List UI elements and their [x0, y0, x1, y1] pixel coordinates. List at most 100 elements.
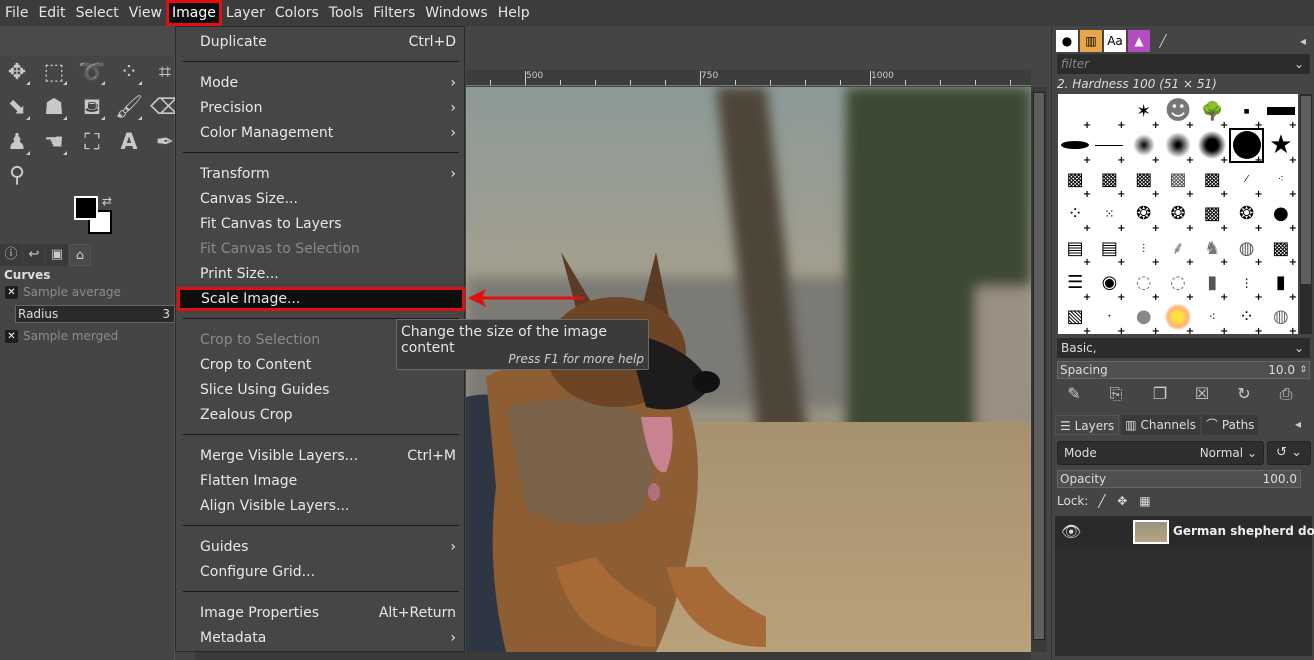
menu-file[interactable]: File — [0, 1, 33, 25]
vertical-scrollbar[interactable] — [1031, 87, 1047, 652]
brush-item[interactable]: ◉ — [1092, 265, 1126, 303]
brush-item[interactable] — [1161, 128, 1195, 166]
menu-item-precision[interactable]: Precision › — [176, 96, 466, 120]
foreground-color-swatch[interactable] — [74, 196, 98, 220]
lock-position-icon[interactable]: ✥ — [1117, 494, 1127, 508]
configure-tab-icon[interactable]: ◂ — [1295, 417, 1301, 431]
patterns-tab-icon[interactable]: ▥ — [1080, 30, 1102, 52]
brush-item[interactable]: ◍ — [1264, 300, 1298, 337]
menu-item-scale-image[interactable]: Scale Image... — [177, 287, 465, 311]
brush-item[interactable]: 🌳 — [1195, 94, 1229, 132]
brush-item[interactable]: ☻ — [1161, 94, 1195, 131]
menu-edit[interactable]: Edit — [33, 1, 70, 25]
brush-item[interactable]: ❂ — [1161, 197, 1195, 234]
menu-item-mode[interactable]: Mode › — [176, 71, 466, 95]
refresh-brushes-icon[interactable]: ↻ — [1232, 384, 1256, 406]
undo-history-tab-icon[interactable]: ↩ — [23, 244, 45, 266]
brush-item[interactable]: ● — [1127, 300, 1161, 337]
brush-item[interactable]: ▩ — [1195, 163, 1229, 200]
brush-item[interactable]: ▩ — [1127, 163, 1161, 200]
brush-item[interactable] — [1264, 94, 1298, 132]
brush-item[interactable]: ⋮ — [1127, 231, 1161, 269]
brush-item[interactable]: ▮ — [1195, 265, 1229, 303]
brush-item[interactable]: ◍ — [1229, 231, 1263, 269]
tab-channels[interactable]: ▥ Channels — [1121, 415, 1200, 435]
menu-item-canvas-size[interactable]: Canvas Size... — [176, 187, 466, 211]
unified-transform-tool-icon[interactable]: ⬊ — [2, 93, 32, 123]
brushes-tab-icon[interactable]: ● — [1056, 30, 1078, 52]
menu-select[interactable]: Select — [71, 1, 124, 25]
duplicate-brush-icon[interactable]: ❐ — [1148, 384, 1172, 406]
brush-item[interactable]: ⁘ — [1229, 300, 1263, 337]
layer-row[interactable]: 👁 German shepherd dog.jp — [1055, 516, 1314, 548]
menu-item-merge-visible-layers[interactable]: Merge Visible Layers... Ctrl+M — [176, 444, 466, 468]
menu-filters[interactable]: Filters — [368, 1, 420, 25]
composite-mode-button[interactable]: ↺ ⌄ — [1267, 441, 1311, 465]
brush-item[interactable]: ▩ — [1161, 163, 1195, 200]
sample-merged-checkbox[interactable]: ✕ — [5, 330, 18, 343]
brush-item[interactable] — [1195, 128, 1229, 166]
brush-item[interactable]: ☰ — [1058, 265, 1092, 303]
spacing-field[interactable]: Spacing 10.0 ⇕ — [1057, 361, 1310, 379]
smudge-tool-icon[interactable]: ☚ — [39, 128, 69, 158]
menu-item-transform[interactable]: Transform › — [176, 162, 466, 186]
brush-item[interactable]: ★ — [1264, 128, 1298, 165]
images-tab-icon[interactable]: ▣ — [46, 244, 68, 266]
brush-item[interactable]: ■ — [1229, 94, 1263, 132]
menu-item-print-size[interactable]: Print Size... — [176, 262, 466, 286]
brush-item[interactable]: ✶ — [1127, 94, 1161, 132]
menu-item-metadata[interactable]: Metadata › — [176, 626, 466, 650]
device-status-tab-icon[interactable]: ⓘ — [0, 244, 22, 266]
clone-tool-icon[interactable]: ♟ — [2, 128, 32, 158]
swap-colors-icon[interactable]: ⇄ — [102, 194, 112, 208]
horizontal-scrollbar[interactable] — [195, 652, 1031, 660]
menu-item-flatten-image[interactable]: Flatten Image — [176, 469, 466, 493]
brush-item[interactable] — [1092, 94, 1126, 131]
paint-dynamics-tab-icon[interactable]: ╱ — [1152, 30, 1174, 52]
brush-item[interactable]: ◌ — [1161, 265, 1195, 303]
tool-options-tab-icon[interactable]: ⌂ — [69, 244, 91, 266]
menu-item-align-visible-layers[interactable]: Align Visible Layers... — [176, 494, 466, 518]
text-tool-icon[interactable]: A — [114, 128, 144, 158]
menu-item-image-properties[interactable]: Image Properties Alt+Return — [176, 601, 466, 625]
zoom-tool-icon[interactable]: ⚲ — [2, 161, 32, 191]
brush-item[interactable]: ● — [1264, 197, 1298, 234]
menu-item-zealous-crop[interactable]: Zealous Crop — [176, 403, 466, 427]
brush-item[interactable]: ⸙ — [1161, 231, 1195, 268]
brush-item[interactable]: ▩ — [1058, 163, 1092, 200]
menu-item-color-management[interactable]: Color Management › — [176, 121, 466, 145]
brush-item[interactable]: ♞ — [1195, 231, 1229, 269]
menu-item-configure-grid[interactable]: Configure Grid... — [176, 560, 466, 584]
opacity-field[interactable]: Opacity 100.0 — [1057, 470, 1301, 488]
brush-item[interactable]: • — [1092, 300, 1126, 337]
brush-item[interactable] — [1161, 300, 1195, 337]
brush-item[interactable]: ▩ — [1264, 231, 1298, 269]
tab-layers[interactable]: ☰ Layers — [1055, 415, 1120, 435]
paths-tool-icon[interactable]: ⛶ — [77, 128, 107, 158]
fonts-tab-icon[interactable]: Aa — [1104, 30, 1126, 52]
lock-alpha-icon[interactable]: ▦ — [1139, 494, 1150, 508]
layer-mode-select[interactable]: Mode Normal ⌄ — [1057, 441, 1264, 465]
brush-item[interactable] — [1092, 128, 1126, 166]
brush-scrollbar[interactable] — [1300, 94, 1312, 334]
brush-item[interactable]: ▩ — [1092, 163, 1126, 200]
menu-colors[interactable]: Colors — [270, 1, 324, 25]
brush-item[interactable]: ▧ — [1058, 300, 1092, 337]
menu-view[interactable]: View — [124, 1, 167, 25]
brush-item[interactable]: ▤ — [1058, 231, 1092, 269]
brush-item[interactable]: ⁖ — [1195, 300, 1229, 337]
configure-tab-icon[interactable]: ◂ — [1292, 30, 1314, 52]
brush-item[interactable] — [1127, 128, 1161, 166]
menu-item-guides[interactable]: Guides › — [176, 535, 466, 559]
brush-preset-select[interactable]: Basic, ⌄ — [1057, 338, 1310, 358]
scrollbar-thumb[interactable] — [1033, 92, 1045, 640]
spin-icon[interactable]: ⇕ — [1299, 362, 1307, 378]
brush-item[interactable]: ▤ — [1092, 231, 1126, 269]
brush-item[interactable]: ▩ — [1195, 197, 1229, 234]
move-tool-icon[interactable]: ✥ — [2, 58, 32, 88]
new-brush-icon[interactable]: ⎘ — [1104, 384, 1128, 406]
brush-item[interactable]: ⁖ — [1264, 163, 1298, 200]
brush-item[interactable]: ⁘ — [1058, 197, 1092, 234]
brush-item[interactable]: ⋮ — [1229, 265, 1263, 303]
eye-icon[interactable]: 👁 — [1061, 522, 1081, 541]
